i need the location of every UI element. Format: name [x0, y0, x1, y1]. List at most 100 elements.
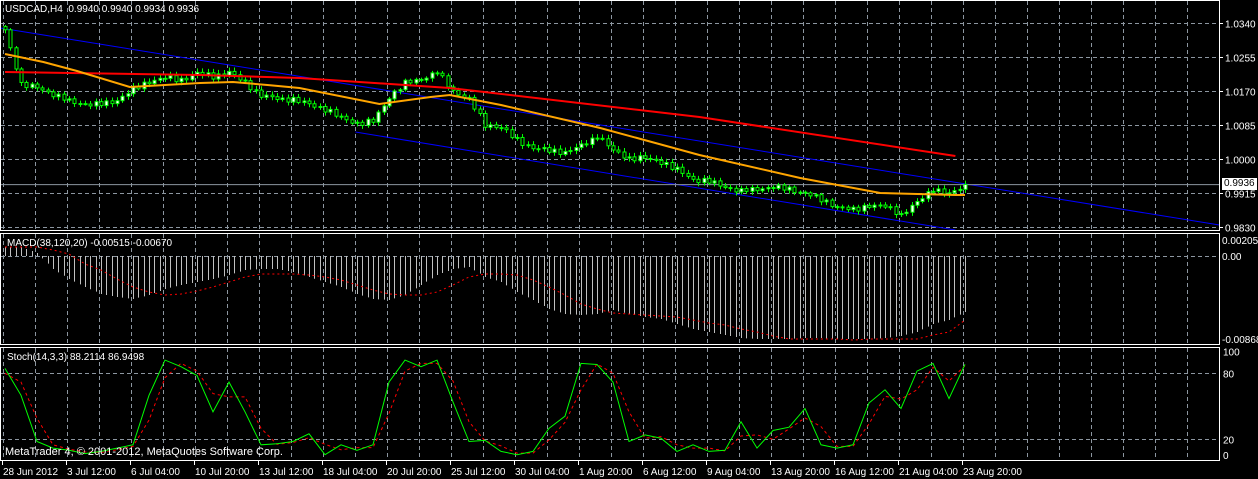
- candle-body: [504, 127, 509, 131]
- candle-body: [184, 77, 189, 81]
- candle-body: [744, 188, 749, 192]
- candle-body: [739, 188, 744, 193]
- price-axis-label: 1.0170: [1225, 88, 1256, 99]
- candle-body: [936, 188, 941, 192]
- stoch-axis-label: 20: [1223, 436, 1235, 447]
- candle-body: [632, 156, 637, 162]
- candle-body: [840, 206, 845, 209]
- candle-body: [792, 186, 797, 194]
- candle-body: [872, 204, 877, 208]
- candle-body: [14, 47, 19, 70]
- candle-body: [398, 89, 403, 92]
- candle-body: [190, 74, 195, 81]
- candle-body: [616, 149, 621, 153]
- stoch-axis-label: 0: [1223, 451, 1229, 462]
- candle-body: [339, 115, 344, 118]
- candle-body: [275, 96, 280, 101]
- candle-body: [360, 121, 365, 126]
- candle-body: [24, 81, 29, 89]
- time-axis-label: 23 Aug 20:00: [963, 467, 1022, 478]
- candle-body: [46, 89, 51, 93]
- candle-body: [728, 187, 733, 190]
- channel-lower-line: [355, 131, 956, 231]
- candle-body: [904, 211, 909, 215]
- macd-main-value: -0.00515: [90, 238, 130, 249]
- candle-body: [19, 68, 24, 83]
- candle-body: [664, 162, 669, 165]
- candle-body: [78, 103, 83, 106]
- candle-body: [323, 106, 328, 113]
- price-panel[interactable]: [0, 25, 1220, 231]
- macd-axis-label: -0.00868: [1222, 335, 1258, 346]
- candle-body: [563, 150, 568, 155]
- candle-body: [707, 177, 712, 184]
- candle-body: [894, 206, 899, 216]
- candle-body: [430, 72, 435, 79]
- low-value: 0.9934: [135, 4, 166, 15]
- candle-body: [531, 144, 536, 150]
- stoch-axis-label: 80: [1223, 370, 1235, 381]
- candle-body: [232, 70, 237, 76]
- chart-header: USDCAD,H4 0.9940 0.9940 0.9934 0.9936: [5, 4, 199, 15]
- macd-panel[interactable]: [5, 246, 966, 341]
- trading-chart[interactable]: 1.0340 1.0255 1.0170 1.0085 1.0000 0.9915 0.98…: [0, 0, 1258, 479]
- candle-body: [952, 190, 957, 194]
- candle-body: [552, 148, 557, 153]
- time-axis-label: 30 Jul 04:00: [515, 467, 570, 478]
- candle-body: [931, 190, 936, 193]
- candle-body: [542, 146, 547, 150]
- close-value: 0.9936: [168, 4, 200, 15]
- candle-body: [355, 121, 360, 124]
- candle-body: [696, 178, 701, 184]
- candle-body: [120, 95, 125, 102]
- candle-body: [771, 187, 776, 190]
- candle-body: [3, 26, 8, 31]
- candle-body: [958, 188, 963, 192]
- time-axis-label: 13 Aug 20:00: [771, 467, 830, 478]
- candle-body: [158, 77, 163, 81]
- candle-body: [734, 187, 739, 193]
- candle-body: [168, 75, 173, 79]
- candle-body: [147, 81, 152, 85]
- macd-axis-label: 0.00: [1222, 252, 1242, 263]
- candle-body: [558, 148, 563, 155]
- candle-body: [302, 100, 307, 104]
- candle-body: [62, 93, 67, 101]
- price-axis-label: 1.0340: [1225, 20, 1256, 31]
- candle-body: [910, 204, 915, 213]
- candle-body: [766, 187, 771, 190]
- stochastic-panel[interactable]: [4, 359, 966, 456]
- candle-body: [920, 198, 925, 203]
- candle-body: [243, 79, 248, 82]
- candle-body: [750, 186, 755, 192]
- candle-body: [126, 93, 131, 97]
- candle-body: [435, 72, 440, 75]
- time-axis-label: 6 Aug 12:00: [643, 467, 697, 478]
- candle-body: [659, 159, 664, 165]
- candle-body: [56, 93, 61, 98]
- time-axis-label: 18 Jul 04:00: [323, 467, 378, 478]
- candle-body: [760, 188, 765, 192]
- time-axis-label: 25 Jul 12:00: [451, 467, 506, 478]
- time-axis-label: 1 Aug 20:00: [579, 467, 633, 478]
- candle-body: [99, 101, 104, 107]
- candle-body: [851, 206, 856, 211]
- price-axis-label: 1.0085: [1225, 122, 1256, 133]
- candle-body: [830, 199, 835, 208]
- candle-body: [392, 90, 397, 100]
- candle-body: [824, 199, 829, 203]
- candle-body: [115, 100, 120, 105]
- stoch-d-value: 86.9498: [108, 352, 145, 363]
- candle-body: [702, 177, 707, 184]
- candle-body: [110, 100, 115, 105]
- candle-body: [520, 136, 525, 146]
- candle-body: [40, 87, 45, 91]
- candle-body: [499, 127, 504, 130]
- time-axis-label: 28 Jun 2012: [3, 467, 58, 478]
- price-axis-label: 1.0000: [1225, 156, 1256, 167]
- candle-body: [382, 105, 387, 113]
- candle-body: [606, 138, 611, 147]
- candle-body: [611, 145, 616, 151]
- candle-body: [104, 100, 109, 107]
- candle-body: [88, 103, 93, 107]
